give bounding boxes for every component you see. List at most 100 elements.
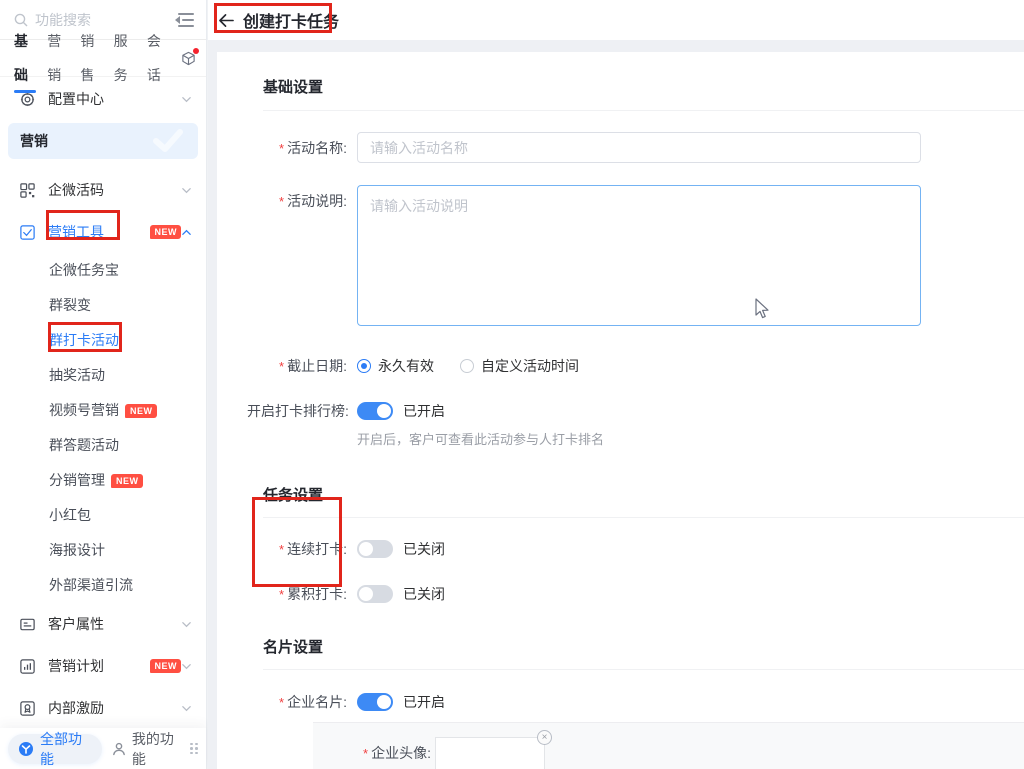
tab-sales[interactable]: 销售 (80, 24, 102, 92)
tab-basic[interactable]: 基础 (14, 24, 36, 92)
activity-desc-row: *活动说明: (247, 185, 1024, 329)
field-label: 开启打卡排行榜: (247, 397, 347, 421)
activity-name-input[interactable] (357, 132, 921, 163)
drag-handle-icon[interactable] (190, 743, 198, 755)
group-label: 营销 (20, 131, 48, 151)
radio-forever[interactable]: 永久有效 (357, 356, 434, 376)
divider (263, 669, 1024, 670)
sidebar-item-marketing-tools[interactable]: 营销工具 NEW (0, 211, 206, 253)
sidebar-item-internal-incentive[interactable]: 内部激励 (0, 687, 206, 728)
notification-dot (193, 48, 199, 54)
person-icon (112, 742, 126, 756)
sidebar: 功能搜索 基础 营销 销售 服务 会话 配置中心 营 (0, 0, 207, 769)
tab-marketing[interactable]: 营销 (47, 24, 69, 92)
company-card-panel: *企业头像: 夜莺科技 × (313, 722, 1024, 769)
new-badge: NEW (125, 404, 157, 418)
workbench-cube-icon[interactable] (181, 51, 196, 66)
sidebar-subitem-red-packet[interactable]: 小红包 (0, 498, 206, 533)
my-features-label: 我的功能 (132, 729, 178, 769)
sidebar-subitem-group-checkin[interactable]: 群打卡活动 (0, 323, 206, 358)
page-header: 创建打卡任务 (208, 0, 1024, 40)
continuous-checkin-row: *连续打卡: 已关闭 (247, 535, 1024, 559)
main-content: 创建打卡任务 基础设置 *活动名称: *活动说明: *截止日期: 永久有效 自定… (208, 0, 1024, 769)
radio-label: 永久有效 (378, 356, 434, 376)
chevron-down-icon (181, 94, 192, 105)
sidebar-tabs: 基础 营销 销售 服务 会话 (0, 40, 206, 77)
my-features-button[interactable]: 我的功能 (108, 729, 182, 769)
tab-service[interactable]: 服务 (114, 24, 136, 92)
sidebar-subitem-distribution[interactable]: 分销管理 NEW (0, 463, 206, 498)
sidebar-item-label: 企微活码 (48, 180, 181, 200)
sidebar-subitem-external-channel[interactable]: 外部渠道引流 (0, 568, 206, 603)
cumulative-checkin-row: *累积打卡: 已关闭 (247, 580, 1024, 604)
required-mark: * (279, 194, 284, 209)
back-button[interactable] (218, 13, 235, 28)
field-label: *活动名称: (247, 132, 347, 158)
sidebar-item-marketing-plan[interactable]: 营销计划 NEW (0, 645, 206, 687)
sidebar-subitem-poster-design[interactable]: 海报设计 (0, 533, 206, 568)
company-avatar-upload[interactable]: 夜莺科技 × (435, 737, 545, 769)
field-label: *累积打卡: (247, 580, 347, 604)
sidebar-group-marketing: 营销 (8, 123, 198, 159)
tab-session[interactable]: 会话 (147, 24, 169, 92)
activity-name-row: *活动名称: (247, 132, 1024, 163)
toggle-state-label: 已开启 (403, 401, 445, 421)
radio-custom-time[interactable]: 自定义活动时间 (460, 356, 579, 376)
new-badge: NEW (111, 474, 143, 488)
sidebar-item-label: 客户属性 (48, 614, 181, 634)
section-basic-settings: 基础设置 (247, 52, 1024, 111)
radio-label: 自定义活动时间 (481, 356, 579, 376)
subitem-label: 企微任务宝 (49, 253, 119, 288)
sidebar-subitem-group-quiz[interactable]: 群答题活动 (0, 428, 206, 463)
subitem-label: 群答题活动 (49, 428, 119, 463)
sidebar-subitem-qiwei-taskbao[interactable]: 企微任务宝 (0, 253, 206, 288)
divider (263, 517, 1024, 518)
chevron-down-icon (181, 619, 192, 630)
check-watermark-icon (150, 128, 184, 154)
sidebar-item-label: 内部激励 (48, 698, 181, 718)
subitem-label: 视频号营销 (49, 393, 119, 428)
subitem-label: 群打卡活动 (49, 323, 119, 358)
section-task-settings: 任务设置 (247, 484, 1024, 518)
sidebar-subitem-lottery[interactable]: 抽奖活动 (0, 358, 206, 393)
sidebar-menu: 配置中心 营销 企微活码 营销工具 NEW (0, 77, 206, 728)
cumulative-checkin-toggle[interactable] (357, 585, 393, 603)
app-window: 功能搜索 基础 营销 销售 服务 会话 配置中心 营 (0, 0, 1024, 769)
field-label: *截止日期: (247, 351, 347, 376)
globe-icon (18, 741, 34, 757)
collapse-sidebar-icon[interactable] (174, 12, 194, 28)
sidebar-item-label: 营销工具 (48, 222, 144, 242)
subitem-label: 海报设计 (49, 533, 105, 568)
field-label: *企业头像: (351, 737, 431, 769)
field-label: *企业名片: (247, 688, 347, 712)
bar-chart-icon (18, 657, 36, 675)
sidebar-subitem-video-marketing[interactable]: 视频号营销 NEW (0, 393, 206, 428)
ranking-toggle[interactable] (357, 402, 393, 420)
activity-desc-textarea[interactable] (357, 185, 921, 326)
sidebar-item-label: 配置中心 (48, 89, 181, 109)
ranking-row: 开启打卡排行榜: 已开启 开启后，客户可查看此活动参与人打卡排名 (247, 397, 1024, 448)
company-card-toggle[interactable] (357, 693, 393, 711)
all-features-label: 全部功能 (40, 729, 86, 769)
field-label: *活动说明: (247, 185, 347, 211)
section-title: 名片设置 (263, 636, 1024, 657)
field-label: *连续打卡: (247, 535, 347, 559)
ranking-helper-text: 开启后，客户可查看此活动参与人打卡排名 (357, 429, 604, 448)
sidebar-item-customer-attr[interactable]: 客户属性 (0, 603, 206, 645)
sidebar-subitem-group-fission[interactable]: 群裂变 (0, 288, 206, 323)
continuous-checkin-toggle[interactable] (357, 540, 393, 558)
subitem-label: 分销管理 (49, 463, 105, 498)
sidebar-item-label: 营销计划 (48, 656, 144, 676)
required-mark: * (279, 695, 284, 710)
all-features-button[interactable]: 全部功能 (8, 734, 102, 764)
close-icon[interactable]: × (537, 730, 552, 745)
required-mark: * (279, 587, 284, 602)
medal-icon (18, 699, 36, 717)
arrow-left-icon (218, 13, 235, 28)
marketing-tools-submenu: 企微任务宝 群裂变 群打卡活动 抽奖活动 视频号营销 NEW 群答题活动 分销管理… (0, 253, 206, 603)
sidebar-item-qiwei-code[interactable]: 企微活码 (0, 169, 206, 211)
id-card-icon (18, 615, 36, 633)
radio-dot-icon (357, 359, 371, 373)
qr-code-icon (18, 181, 36, 199)
chevron-down-icon (181, 703, 192, 714)
